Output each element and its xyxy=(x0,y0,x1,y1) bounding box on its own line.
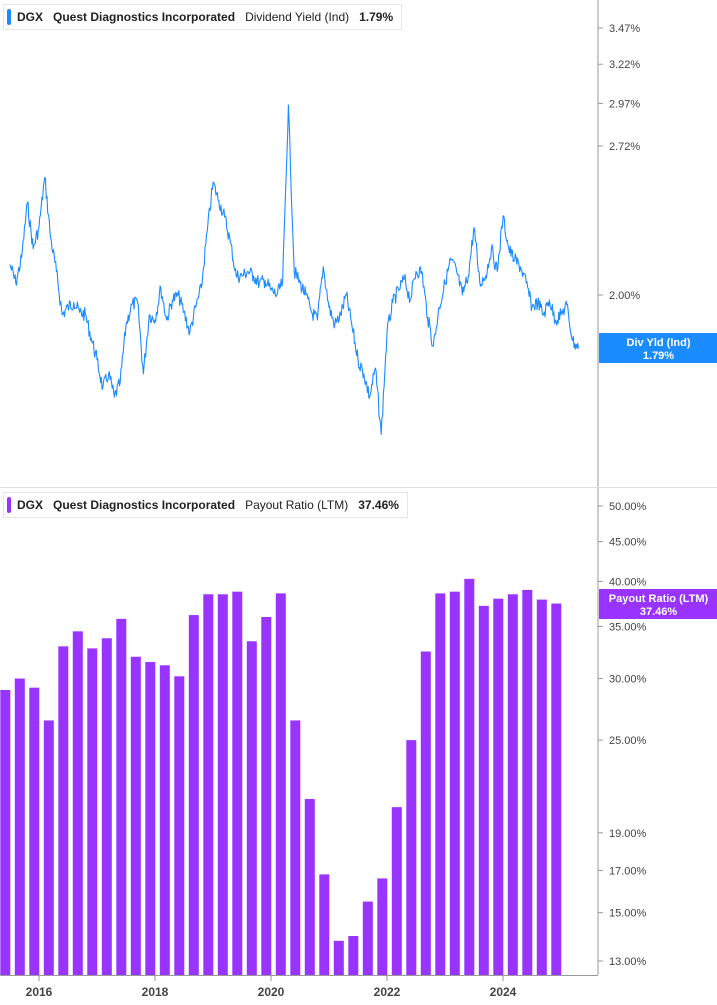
payout-ratio-bar xyxy=(203,594,214,975)
payout-ratio-bar xyxy=(275,593,286,975)
top-y-tick-label: 2.97% xyxy=(609,98,640,110)
payout-ratio-bar xyxy=(333,940,344,975)
bottom-legend-value: 37.46% xyxy=(358,498,399,512)
top-legend-company: Quest Diagnostics Incorporated xyxy=(53,10,236,24)
bottom-y-tick-label: 19.00% xyxy=(609,828,647,840)
payout-ratio-bar xyxy=(130,656,141,975)
bottom-y-tick-label: 25.00% xyxy=(609,735,647,747)
payout-ratio-bar xyxy=(391,807,402,975)
top-legend-value: 1.79% xyxy=(359,10,394,24)
top-y-tick-label: 2.72% xyxy=(609,141,640,153)
payout-ratio-bar xyxy=(14,678,25,975)
top-legend: DGX Quest Diagnostics Incorporated Divid… xyxy=(3,4,403,30)
top-y-tick-label: 3.47% xyxy=(609,23,640,35)
bottom-y-tick-label: 50.00% xyxy=(609,501,647,513)
payout-ratio-bar xyxy=(290,720,301,975)
payout-ratio-bar xyxy=(217,594,228,975)
bottom-y-tick-label: 30.00% xyxy=(609,674,647,686)
bottom-legend-metric: Payout Ratio (LTM) xyxy=(245,498,349,512)
dividend-yield-plot xyxy=(9,104,579,435)
payout-ratio-bar xyxy=(246,641,257,975)
bottom-legend: DGX Quest Diagnostics Incorporated Payou… xyxy=(3,492,408,518)
payout-ratio-bar xyxy=(188,615,199,975)
payout-ratio-bar xyxy=(406,740,417,975)
x-tick-label: 2022 xyxy=(374,985,401,999)
payout-ratio-bar xyxy=(159,665,170,975)
payout-ratio-bar xyxy=(449,591,460,975)
payout-ratio-bar xyxy=(116,618,127,975)
bottom-y-tick-label: 40.00% xyxy=(609,576,647,588)
payout-ratio-bar xyxy=(377,878,388,975)
payout-ratio-bar xyxy=(87,648,98,975)
bottom-y-tick-label: 15.00% xyxy=(609,908,647,920)
payout-ratio-bar xyxy=(522,589,533,975)
payout-ratio-bar xyxy=(507,594,518,975)
bottom-y-tick-label: 35.00% xyxy=(609,621,647,633)
div-yld-badge-label: Div Yld (Ind) xyxy=(627,337,691,349)
payout-ratio-bar xyxy=(58,646,69,975)
payout-ratio-bar xyxy=(72,631,83,975)
payout-ratio-bar xyxy=(232,591,243,975)
payout-ratio-plot xyxy=(0,578,562,975)
top-y-tick-label: 3.22% xyxy=(609,59,640,71)
x-tick-label: 2024 xyxy=(490,985,517,999)
payout-ratio-bar xyxy=(304,799,315,975)
bottom-legend-ticker: DGX xyxy=(17,498,44,512)
payout-ratio-bar xyxy=(348,935,359,975)
payout-ratio-bar xyxy=(43,720,54,975)
payout-ratio-bar xyxy=(261,616,272,975)
payout-ratio-bar xyxy=(536,599,547,975)
payout-ratio-bar xyxy=(145,662,156,975)
payout-ratio-bar xyxy=(101,638,112,975)
div-yld-badge-value: 1.79% xyxy=(643,350,674,362)
payout-ratio-badge-value: 37.46% xyxy=(640,606,678,618)
top-y-tick-label: 2.00% xyxy=(609,290,640,302)
bottom-legend-swatch xyxy=(7,497,11,513)
dividend-yield-line xyxy=(9,104,579,435)
x-tick-label: 2016 xyxy=(26,985,53,999)
top-legend-metric: Dividend Yield (Ind) xyxy=(245,10,350,24)
payout-ratio-bar xyxy=(551,603,562,975)
payout-ratio-bar xyxy=(478,605,489,975)
payout-ratio-bar xyxy=(0,689,11,975)
payout-ratio-bar xyxy=(174,676,185,975)
bottom-y-tick-label: 13.00% xyxy=(609,956,647,968)
payout-ratio-bar xyxy=(493,598,504,975)
payout-ratio-bar xyxy=(362,901,373,975)
payout-ratio-bar xyxy=(29,687,40,975)
x-tick-label: 2018 xyxy=(142,985,169,999)
payout-ratio-badge-label: Payout Ratio (LTM) xyxy=(609,593,709,605)
x-tick-label: 2020 xyxy=(258,985,285,999)
payout-ratio-bar xyxy=(435,593,446,975)
top-legend-swatch xyxy=(7,9,11,25)
payout-ratio-bar xyxy=(464,578,475,975)
payout-ratio-bar xyxy=(420,651,431,975)
bottom-legend-company: Quest Diagnostics Incorporated xyxy=(53,498,236,512)
bottom-y-tick-label: 45.00% xyxy=(609,537,647,549)
bottom-y-tick-label: 17.00% xyxy=(609,865,647,877)
payout-ratio-bar xyxy=(319,874,330,975)
top-legend-ticker: DGX xyxy=(17,10,44,24)
